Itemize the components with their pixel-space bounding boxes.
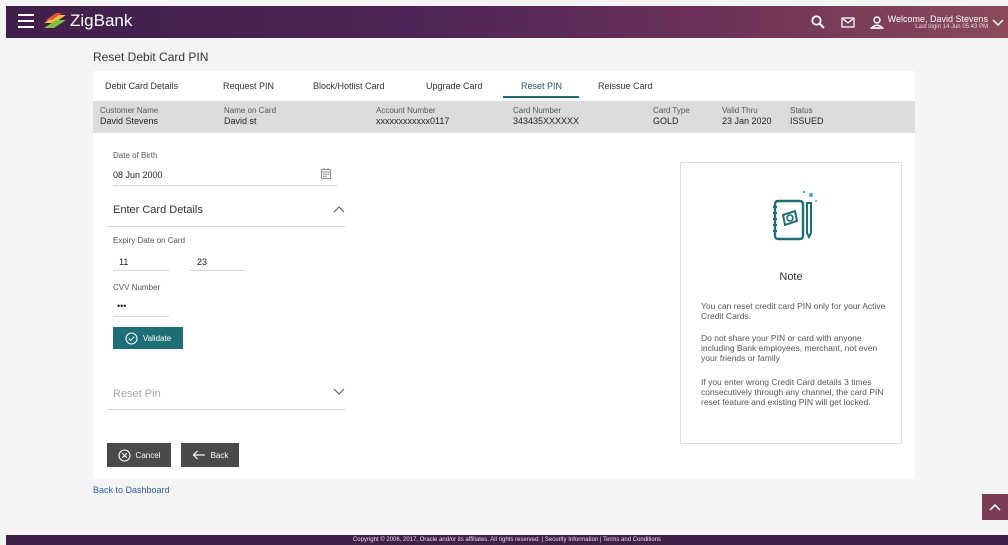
back-to-dashboard-link[interactable]: Back to Dashboard xyxy=(93,485,170,495)
mail-icon[interactable] xyxy=(840,14,856,30)
card-type-value: GOLD xyxy=(653,116,679,126)
tab-reset-pin[interactable]: Reset PIN xyxy=(521,81,562,91)
user-icon xyxy=(869,16,884,29)
last-login: Last login 14 Jun 05:43 PM xyxy=(915,24,988,30)
expiry-label: Expiry Date on Card xyxy=(113,236,186,245)
expiry-month-underline xyxy=(113,270,169,271)
dob-underline xyxy=(113,185,337,186)
name-on-card-label: Name on Card xyxy=(224,106,277,115)
card-info-strip: Customer Name David Stevens Name on Card… xyxy=(93,101,915,133)
tab-debit-card-details[interactable]: Debit Card Details xyxy=(105,81,178,91)
chevron-up-icon[interactable] xyxy=(333,205,345,213)
brand-logo[interactable]: ZigBank xyxy=(42,11,132,31)
user-menu[interactable]: Welcome, David Stevens Last login 14 Jun… xyxy=(869,14,1004,30)
valid-thru-label: Valid Thru xyxy=(722,106,758,115)
reset-pin-divider xyxy=(107,409,345,410)
tab-upgrade-card[interactable]: Upgrade Card xyxy=(426,81,483,91)
name-on-card-field: Name on Card David st xyxy=(224,106,276,126)
card-number-value: 343435XXXXXX xyxy=(513,116,580,126)
tab-block-hotlist-card[interactable]: Block/Hotlist Card xyxy=(313,81,385,91)
cvv-label: CVV Number xyxy=(113,283,161,292)
cancel-button[interactable]: Cancel xyxy=(107,443,171,467)
zigbank-logo-icon xyxy=(44,13,66,28)
calendar-icon[interactable] xyxy=(321,168,331,179)
expiry-year-input[interactable]: 23 xyxy=(197,257,207,267)
back-button[interactable]: Back xyxy=(181,443,239,467)
expiry-month-input[interactable]: 11 xyxy=(119,257,128,267)
status-value: ISSUED xyxy=(790,116,824,126)
arrow-left-icon xyxy=(192,450,205,460)
card-number-field: Card Number 343435XXXXXX xyxy=(513,106,579,126)
note-paragraph-3: If you enter wrong Credit Card details 3… xyxy=(701,377,884,407)
card-number-label: Card Number xyxy=(513,106,562,115)
notebook-icon xyxy=(773,190,817,241)
dob-label: Date of Birth xyxy=(113,151,158,160)
customer-name-label: Customer Name xyxy=(100,106,159,115)
customer-name-value: David Stevens xyxy=(100,116,159,126)
enter-card-details-header[interactable]: Enter Card Details xyxy=(113,204,203,216)
valid-thru-value: 23 Jan 2020 xyxy=(722,116,772,126)
expiry-year-underline xyxy=(190,270,246,271)
menu-icon[interactable] xyxy=(18,14,34,28)
chevron-down-icon[interactable] xyxy=(333,388,345,396)
cvv-input[interactable]: ••• xyxy=(117,301,126,311)
status-field: Status ISSUED xyxy=(790,106,824,126)
footer: Copyright © 2006, 2017, Oracle and/or it… xyxy=(6,535,1008,545)
note-panel: Note You can reset credit card PIN only … xyxy=(680,162,902,444)
dob-input[interactable]: 08 Jun 2000 xyxy=(113,170,163,180)
card-type-label: Card Type xyxy=(653,106,690,115)
page-title: Reset Debit Card PIN xyxy=(93,50,209,64)
main-card: Debit Card Details Request PIN Block/Hot… xyxy=(93,71,915,479)
chevron-down-icon[interactable] xyxy=(992,17,1004,27)
tab-request-pin[interactable]: Request PIN xyxy=(223,81,274,91)
account-number-value: xxxxxxxxxxxx0117 xyxy=(376,116,450,126)
tab-reissue-card[interactable]: Reissue Card xyxy=(598,81,653,91)
brand-name: ZigBank xyxy=(70,11,133,30)
name-on-card-value: David st xyxy=(224,116,257,126)
top-header-bar: ZigBank Welcome, David Stevens Last logi… xyxy=(6,6,1008,38)
active-tab-indicator xyxy=(503,96,579,98)
account-number-field: Account Number xxxxxxxxxxxx0117 xyxy=(376,106,449,126)
card-type-field: Card Type GOLD xyxy=(653,106,690,126)
validate-button[interactable]: Validate xyxy=(113,327,183,349)
note-title: Note xyxy=(779,271,803,283)
cvv-underline xyxy=(113,316,169,317)
status-label: Status xyxy=(790,106,813,115)
account-number-label: Account Number xyxy=(376,106,436,115)
welcome-name: Welcome, David Stevens xyxy=(887,14,988,24)
chevron-up-icon xyxy=(989,503,1001,511)
reset-pin-header[interactable]: Reset Pin xyxy=(113,388,161,400)
back-label: Back xyxy=(210,450,229,460)
section-divider xyxy=(107,226,345,227)
scroll-to-top-button[interactable] xyxy=(982,494,1008,520)
tab-bar: Debit Card Details Request PIN Block/Hot… xyxy=(93,71,915,99)
validate-label: Validate xyxy=(142,333,172,343)
note-paragraph-2: Do not share your PIN or card with anyon… xyxy=(701,333,878,363)
search-icon[interactable] xyxy=(810,14,826,30)
note-paragraph-1: You can reset credit card PIN only for y… xyxy=(701,301,886,321)
check-circle-icon xyxy=(125,331,138,345)
close-circle-icon xyxy=(117,448,131,462)
valid-thru-field: Valid Thru 23 Jan 2020 xyxy=(722,106,772,126)
cancel-label: Cancel xyxy=(135,450,161,460)
customer-name-field: Customer Name David Stevens xyxy=(100,106,158,126)
